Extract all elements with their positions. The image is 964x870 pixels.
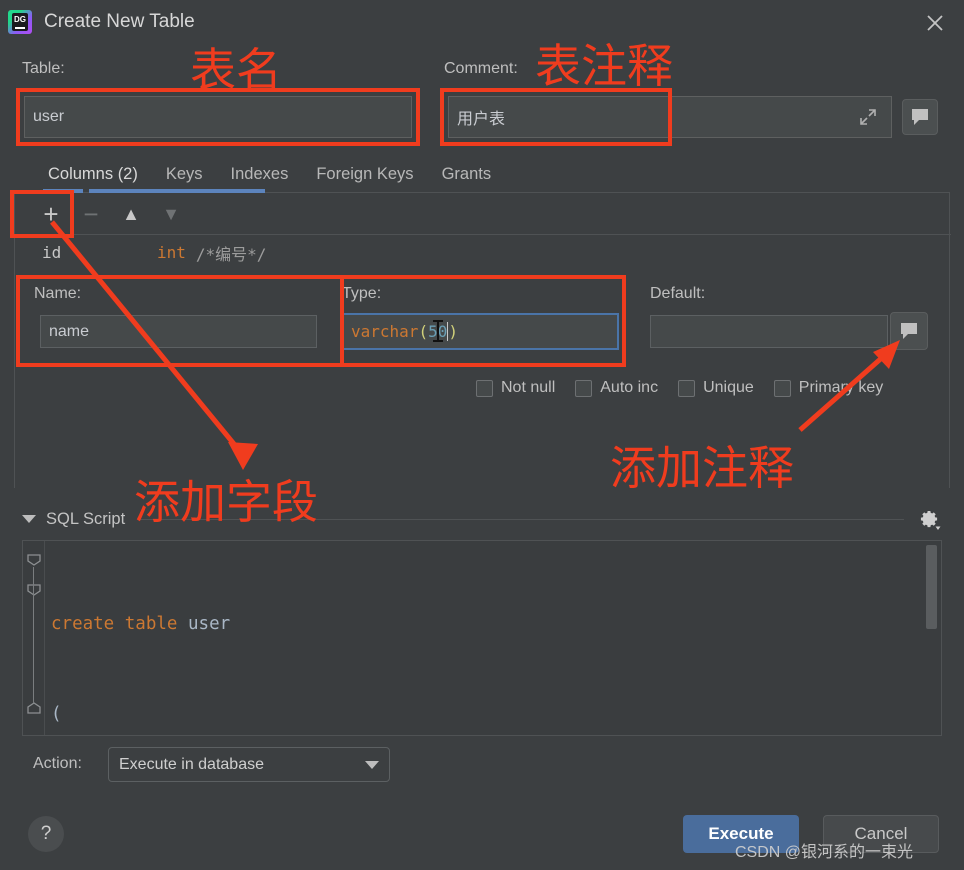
checkbox-label: Not null	[501, 379, 556, 396]
column-name-label: Name:	[34, 285, 82, 302]
code-line: (	[51, 704, 62, 724]
tab-columns[interactable]: Columns (2)	[48, 165, 138, 184]
column-type-prefix: varchar	[351, 322, 419, 341]
expand-icon[interactable]	[855, 104, 881, 130]
add-column-button[interactable]: +	[31, 197, 71, 231]
checkbox-box	[773, 379, 791, 397]
tab-indexes[interactable]: Indexes	[231, 165, 289, 184]
table-comment-button[interactable]	[902, 99, 938, 135]
create-new-table-dialog: DG Create New Table Table: Comment: Colu…	[0, 0, 964, 870]
help-button[interactable]: ?	[28, 816, 64, 852]
close-icon[interactable]	[920, 8, 950, 38]
tab-keys[interactable]: Keys	[166, 165, 203, 184]
column-type-cell: int	[157, 243, 186, 262]
gear-icon[interactable]	[918, 507, 942, 531]
chevron-down-icon[interactable]	[22, 515, 36, 523]
checkbox-box	[575, 379, 593, 397]
chevron-down-icon	[365, 760, 379, 769]
column-name-cell: id	[42, 243, 62, 262]
move-up-button[interactable]: ▲	[111, 197, 151, 231]
editor-scrollbar[interactable]	[926, 545, 937, 629]
columns-panel: + − ▲ ▼ id int /*编号*/ Name: Type: varcha…	[14, 189, 951, 488]
column-default-input[interactable]	[650, 315, 888, 348]
watermark: CSDN @银河系的一束光	[735, 844, 914, 861]
column-type-close-paren: )	[448, 322, 458, 341]
column-flags: Not null Auto inc Unique Primary key	[476, 379, 883, 397]
sql-script-editor[interactable]: create table user ( id int null comment …	[22, 540, 942, 736]
checkbox-box	[678, 379, 696, 397]
column-type-input[interactable]: varchar(50)	[342, 313, 619, 350]
columns-toolbar: + − ▲ ▼	[15, 193, 951, 235]
editor-gutter	[23, 541, 45, 735]
remove-column-button[interactable]: −	[71, 197, 111, 231]
column-type-open-paren: (	[418, 322, 429, 341]
text-cursor-icon	[433, 320, 443, 342]
title-bar: DG Create New Table	[0, 0, 964, 44]
fold-icon	[27, 554, 41, 566]
datagrip-icon: DG	[8, 10, 32, 34]
code-line: create table user	[51, 614, 231, 634]
checkbox-not-null[interactable]: Not null	[476, 379, 555, 397]
fold-guide	[33, 567, 34, 703]
column-default-label: Default:	[650, 285, 706, 302]
column-comment-button[interactable]	[890, 312, 928, 350]
checkbox-primary-key[interactable]: Primary key	[773, 379, 884, 397]
fold-icon	[27, 702, 41, 714]
page-title: Create New Table	[44, 11, 195, 32]
sql-script-title: SQL Script	[46, 509, 126, 528]
tab-foreign-keys[interactable]: Foreign Keys	[316, 165, 413, 184]
comment-bubble-icon	[901, 323, 917, 339]
move-down-button[interactable]: ▼	[151, 197, 191, 231]
action-select[interactable]: Execute in database	[108, 747, 390, 782]
table-name-label: Table:	[22, 60, 65, 77]
checkbox-unique[interactable]: Unique	[678, 379, 754, 397]
divider	[139, 518, 904, 520]
sql-code: create table user ( id int null comment …	[51, 549, 371, 735]
action-label: Action:	[33, 755, 82, 772]
column-name-input[interactable]	[40, 315, 317, 348]
sql-script-header: SQL Script	[22, 507, 942, 531]
datagrip-icon-bar	[15, 27, 25, 29]
table-editor-tabs: Columns (2) Keys Indexes Foreign Keys Gr…	[0, 156, 964, 192]
table-row[interactable]: id int /*编号*/	[16, 236, 950, 269]
checkbox-label: Unique	[703, 379, 754, 396]
tab-grants[interactable]: Grants	[442, 165, 492, 184]
comment-bubble-icon	[912, 109, 928, 125]
table-comment-label: Comment:	[444, 60, 518, 77]
table-comment-input[interactable]	[448, 96, 892, 138]
checkbox-label: Auto inc	[600, 379, 659, 396]
fold-icon	[27, 584, 41, 596]
column-comment-cell: /*编号*/	[195, 244, 267, 264]
column-type-label: Type:	[342, 285, 382, 302]
checkbox-label: Primary key	[798, 379, 884, 396]
action-select-value: Execute in database	[119, 755, 264, 773]
checkbox-box	[476, 379, 493, 397]
table-name-input[interactable]	[24, 96, 412, 138]
checkbox-auto-inc[interactable]: Auto inc	[575, 379, 658, 397]
column-detail-area: Name: Type: varchar(50) Default: Not nul…	[16, 271, 950, 486]
